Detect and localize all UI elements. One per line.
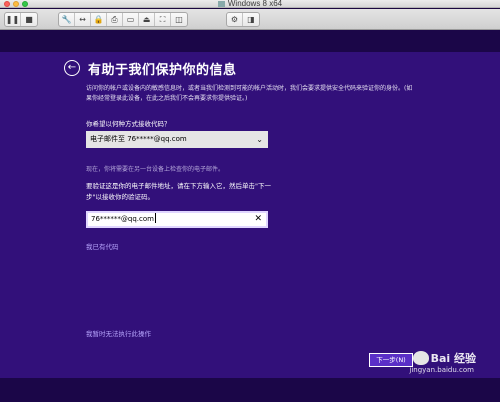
screen-bottom-band — [0, 378, 500, 402]
email-field[interactable]: 76******@qq.com ✕ — [86, 211, 268, 228]
snapshot-icon[interactable]: ◫ — [171, 13, 187, 26]
method-select-value: 电子邮件至 76*****@qq.com — [90, 135, 187, 143]
wrench-icon[interactable]: 🔧 — [59, 13, 75, 26]
lock-icon[interactable]: 🔒 — [91, 13, 107, 26]
screen-top-band — [0, 30, 500, 52]
vm-view-group: ⚙ ◨ — [226, 12, 260, 27]
window-title: Windows 8 x64 — [0, 0, 500, 8]
verify-instructions: 要验证这是你的电子邮件地址，请在下方输入它，然后单击"下一步"以接收你的验证码。 — [86, 182, 271, 201]
vm-toolbar: ❚❚ ■ 🔧 ↔ 🔒 ⎙ ▭ ⏏ ⛶ ◫ ⚙ ◨ — [0, 9, 500, 30]
pause-icon[interactable]: ❚❚ — [5, 13, 21, 26]
email-field-value: 76******@qq.com — [91, 215, 154, 223]
page-title: 有助于我们保护你的信息 — [88, 63, 237, 78]
vm-tools-group: 🔧 ↔ 🔒 ⎙ ▭ ⏏ ⛶ ◫ — [58, 12, 188, 27]
next-button[interactable]: 下一步(N) — [369, 353, 413, 367]
fullscreen-icon[interactable]: ⛶ — [155, 13, 171, 26]
method-select[interactable]: 电子邮件至 76*****@qq.com ⌄ — [86, 131, 268, 148]
baidu-paw-logo — [412, 351, 429, 365]
watermark-url: jingyan.baidu.com — [409, 366, 474, 374]
stop-icon[interactable]: ■ — [21, 13, 37, 26]
clear-icon[interactable]: ✕ — [254, 213, 262, 226]
printer-icon[interactable]: ⎙ — [107, 13, 123, 26]
arrows-icon[interactable]: ↔ — [75, 13, 91, 26]
watermark-brand: Bai 经验 — [430, 352, 476, 365]
settings-icon[interactable]: ⚙ — [227, 13, 243, 26]
window-icon[interactable]: ◨ — [243, 13, 259, 26]
window-title-text: Windows 8 x64 — [227, 0, 283, 8]
cannot-do-link[interactable]: 我暂时无法执行此操作 — [86, 328, 151, 338]
chevron-down-icon: ⌄ — [256, 135, 263, 144]
display-icon[interactable]: ▭ — [123, 13, 139, 26]
vm-icon — [217, 1, 225, 7]
window-titlebar: Windows 8 x64 — [0, 0, 500, 8]
guest-screen: ← 有助于我们保护你的信息 访问你的帐户或设备内的敏感信息时，或者当我们检测到可… — [0, 30, 500, 402]
intro-text: 访问你的帐户或设备内的敏感信息时，或者当我们检测到可能的帐户活动时，我们会要求提… — [86, 85, 413, 102]
have-code-link[interactable]: 我已有代码 — [86, 241, 119, 251]
hint-text: 现在，你将需要在另一台设备上检查你的电子邮件。 — [86, 166, 225, 173]
method-label: 你希望以何种方式接收代码？ — [86, 120, 171, 128]
usb-icon[interactable]: ⏏ — [139, 13, 155, 26]
text-caret — [154, 213, 156, 223]
vm-power-group: ❚❚ ■ — [4, 12, 38, 27]
back-arrow-icon[interactable]: ← — [64, 60, 80, 76]
baidu-watermark: Bai 经验 — [412, 350, 476, 366]
